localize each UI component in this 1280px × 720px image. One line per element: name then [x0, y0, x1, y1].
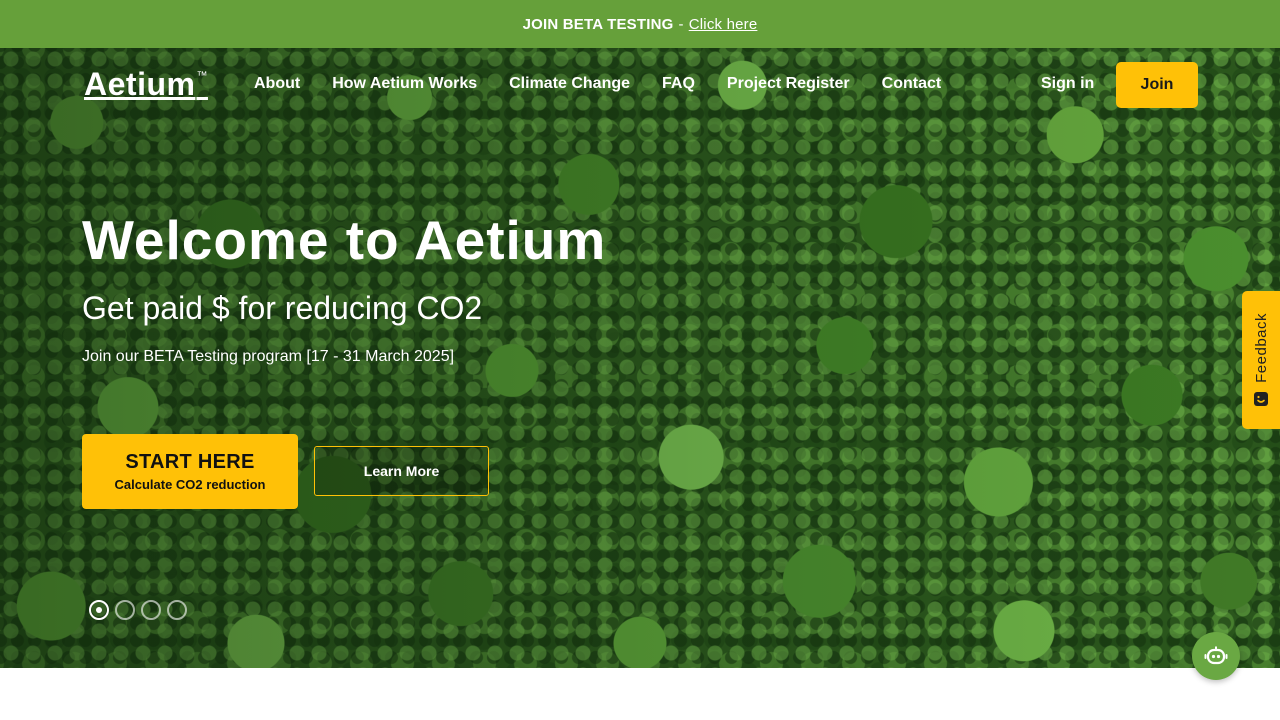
- nav-link-project-register[interactable]: Project Register: [727, 75, 850, 93]
- slide-dot-4[interactable]: [167, 600, 187, 620]
- start-here-sublabel: Calculate CO2 reduction: [114, 477, 266, 492]
- nav-link-climate-change[interactable]: Climate Change: [509, 75, 630, 93]
- hero-subtitle: Get paid $ for reducing CO2: [82, 290, 483, 326]
- hero-title: Welcome to Aetium: [82, 209, 607, 271]
- hero-beta-note: Join our BETA Testing program [17 - 31 M…: [82, 348, 455, 365]
- beta-banner-label: JOIN BETA TESTING: [522, 15, 674, 33]
- nav-link-faq[interactable]: FAQ: [662, 75, 695, 93]
- join-button[interactable]: Join: [1116, 62, 1198, 108]
- nav-link-about[interactable]: About: [254, 75, 300, 93]
- feedback-tab[interactable]: Feedback: [1242, 291, 1280, 429]
- learn-more-button[interactable]: Learn More: [314, 446, 489, 496]
- slide-dot-2[interactable]: [115, 600, 135, 620]
- main-navigation: Aetium™ About How Aetium Works Climate C…: [0, 48, 1280, 122]
- beta-banner: JOIN BETA TESTING - Click here: [0, 0, 1280, 48]
- chatbot-button[interactable]: [1192, 632, 1240, 680]
- feedback-face-icon: [1254, 391, 1268, 406]
- beta-click-here-link[interactable]: Click here: [689, 16, 758, 33]
- nav-link-how-aetium-works[interactable]: How Aetium Works: [332, 75, 477, 93]
- trademark-mark: ™: [196, 70, 208, 82]
- feedback-label: Feedback: [1252, 313, 1270, 383]
- sign-in-link[interactable]: Sign in: [1041, 75, 1094, 93]
- start-here-label: START HERE: [125, 451, 255, 473]
- slide-dot-3[interactable]: [141, 600, 161, 620]
- slider-pagination: [89, 600, 187, 620]
- beta-banner-separator: -: [678, 15, 684, 33]
- nav-link-contact[interactable]: Contact: [882, 75, 942, 93]
- start-here-button[interactable]: START HERE Calculate CO2 reduction: [82, 434, 298, 509]
- brand-logo[interactable]: Aetium™: [84, 66, 208, 103]
- nav-links: About How Aetium Works Climate Change FA…: [254, 75, 941, 93]
- brand-name: Aetium: [84, 66, 196, 102]
- slide-dot-1[interactable]: [89, 600, 109, 620]
- chatbot-icon: [1204, 646, 1228, 665]
